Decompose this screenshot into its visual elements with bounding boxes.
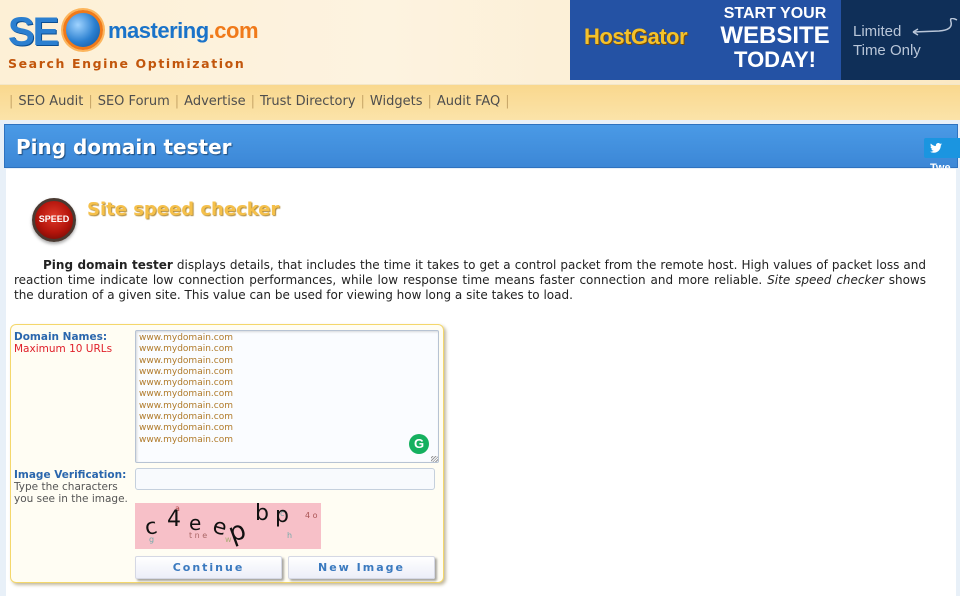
- image-verification-label: Image Verification:: [14, 469, 127, 481]
- ad-headline-line-2: WEBSITE: [720, 22, 830, 49]
- speedometer-icon: SPEED: [32, 198, 76, 242]
- main-nav: | SEO Audit | SEO Forum | Advertise | Tr…: [0, 84, 960, 120]
- ad-offer-line-2: Time Only: [853, 42, 921, 59]
- domain-name-line: www.mydomain.com: [139, 344, 233, 355]
- captcha-image: a g t n e w c 4 o h c4eepbp: [135, 503, 321, 549]
- nav-divider: |: [174, 94, 180, 109]
- nav-divider: |: [9, 94, 14, 109]
- ad-headline: START YOUR WEBSITE TODAY!: [710, 6, 840, 71]
- domain-name-line: www.mydomain.com: [139, 366, 233, 377]
- speed-icon-label: SPEED: [38, 214, 70, 224]
- nav-item-audit-faq[interactable]: Audit FAQ: [437, 94, 500, 109]
- nav-divider: |: [360, 94, 365, 109]
- tool-heading: Site speed checker: [87, 199, 280, 220]
- logo-se-mark: SE: [8, 10, 59, 54]
- continue-button[interactable]: Continue: [135, 556, 282, 579]
- domain-name-line: www.mydomain.com: [139, 434, 233, 445]
- globe-icon: [63, 10, 103, 50]
- logo-tld: .com: [208, 18, 259, 43]
- nav-item-advertise[interactable]: Advertise: [184, 94, 245, 109]
- captcha-char: c: [142, 514, 160, 541]
- captcha-noise: 4 o: [305, 511, 318, 520]
- verification-code-input[interactable]: [135, 468, 435, 490]
- ad-headline-line-3: TODAY!: [734, 47, 816, 72]
- domain-name-line: www.mydomain.com: [139, 400, 233, 411]
- captcha-noise: h: [287, 531, 293, 540]
- site-tagline: Search Engine Optimization: [8, 56, 246, 71]
- description-italic: Site speed checker: [767, 273, 884, 287]
- domain-names-hint: Maximum 10 URLs: [14, 343, 113, 355]
- logo-wordmark: mastering.com: [108, 18, 259, 44]
- twitter-bird-icon: [930, 143, 942, 153]
- nav-divider: |: [427, 94, 432, 109]
- logo-name: mastering: [108, 18, 209, 43]
- nav-item-trust-directory[interactable]: Trust Directory: [260, 94, 356, 109]
- textarea-resize-handle[interactable]: [431, 456, 438, 462]
- page-title: Ping domain tester: [16, 135, 232, 159]
- domain-names-label: Domain Names:: [14, 331, 108, 343]
- domain-name-line: www.mydomain.com: [139, 355, 233, 366]
- domain-name-line: www.mydomain.com: [139, 378, 233, 389]
- domain-name-line: www.mydomain.com: [139, 333, 233, 343]
- nav-divider: |: [505, 94, 510, 109]
- captcha-char: e: [189, 511, 202, 535]
- description-lead: Ping domain tester: [43, 258, 173, 272]
- nav-divider: |: [88, 94, 93, 109]
- ad-offer-panel: Limited Time Only: [841, 0, 960, 80]
- verification-hint-line-1: Type the characters: [14, 481, 118, 493]
- hostgator-banner-ad[interactable]: HostGator START YOUR WEBSITE TODAY! Limi…: [570, 0, 960, 80]
- domain-name-line: www.mydomain.com: [139, 389, 233, 400]
- arrow-icon: [912, 18, 958, 36]
- captcha-char: p: [275, 503, 289, 528]
- nav-items: | SEO Audit | SEO Forum | Advertise | Tr…: [4, 94, 515, 109]
- grammarly-icon[interactable]: G: [409, 434, 429, 454]
- tool-description: Ping domain tester displays details, tha…: [14, 258, 926, 303]
- domain-name-line: www.mydomain.com: [139, 423, 233, 434]
- captcha-char: b: [255, 503, 269, 526]
- nav-divider: |: [250, 94, 255, 109]
- nav-item-seo-audit[interactable]: SEO Audit: [18, 94, 83, 109]
- site-logo[interactable]: SE mastering.com: [8, 6, 259, 56]
- ad-brand: HostGator: [584, 24, 688, 49]
- domain-names-textarea[interactable]: www.mydomain.com www.mydomain.com www.mydo…: [135, 330, 439, 463]
- new-image-button[interactable]: New Image: [288, 556, 435, 579]
- verification-hint-line-2: you see in the image.: [14, 493, 128, 505]
- captcha-char: 4: [167, 507, 181, 532]
- tweet-button[interactable]: Twe: [924, 138, 960, 174]
- page-title-bar: Ping domain tester: [4, 124, 958, 168]
- nav-item-widgets[interactable]: Widgets: [370, 94, 423, 109]
- domain-name-line: www.mydomain.com: [139, 412, 233, 423]
- nav-item-seo-forum[interactable]: SEO Forum: [98, 94, 170, 109]
- ad-headline-line-1: START YOUR: [723, 5, 827, 22]
